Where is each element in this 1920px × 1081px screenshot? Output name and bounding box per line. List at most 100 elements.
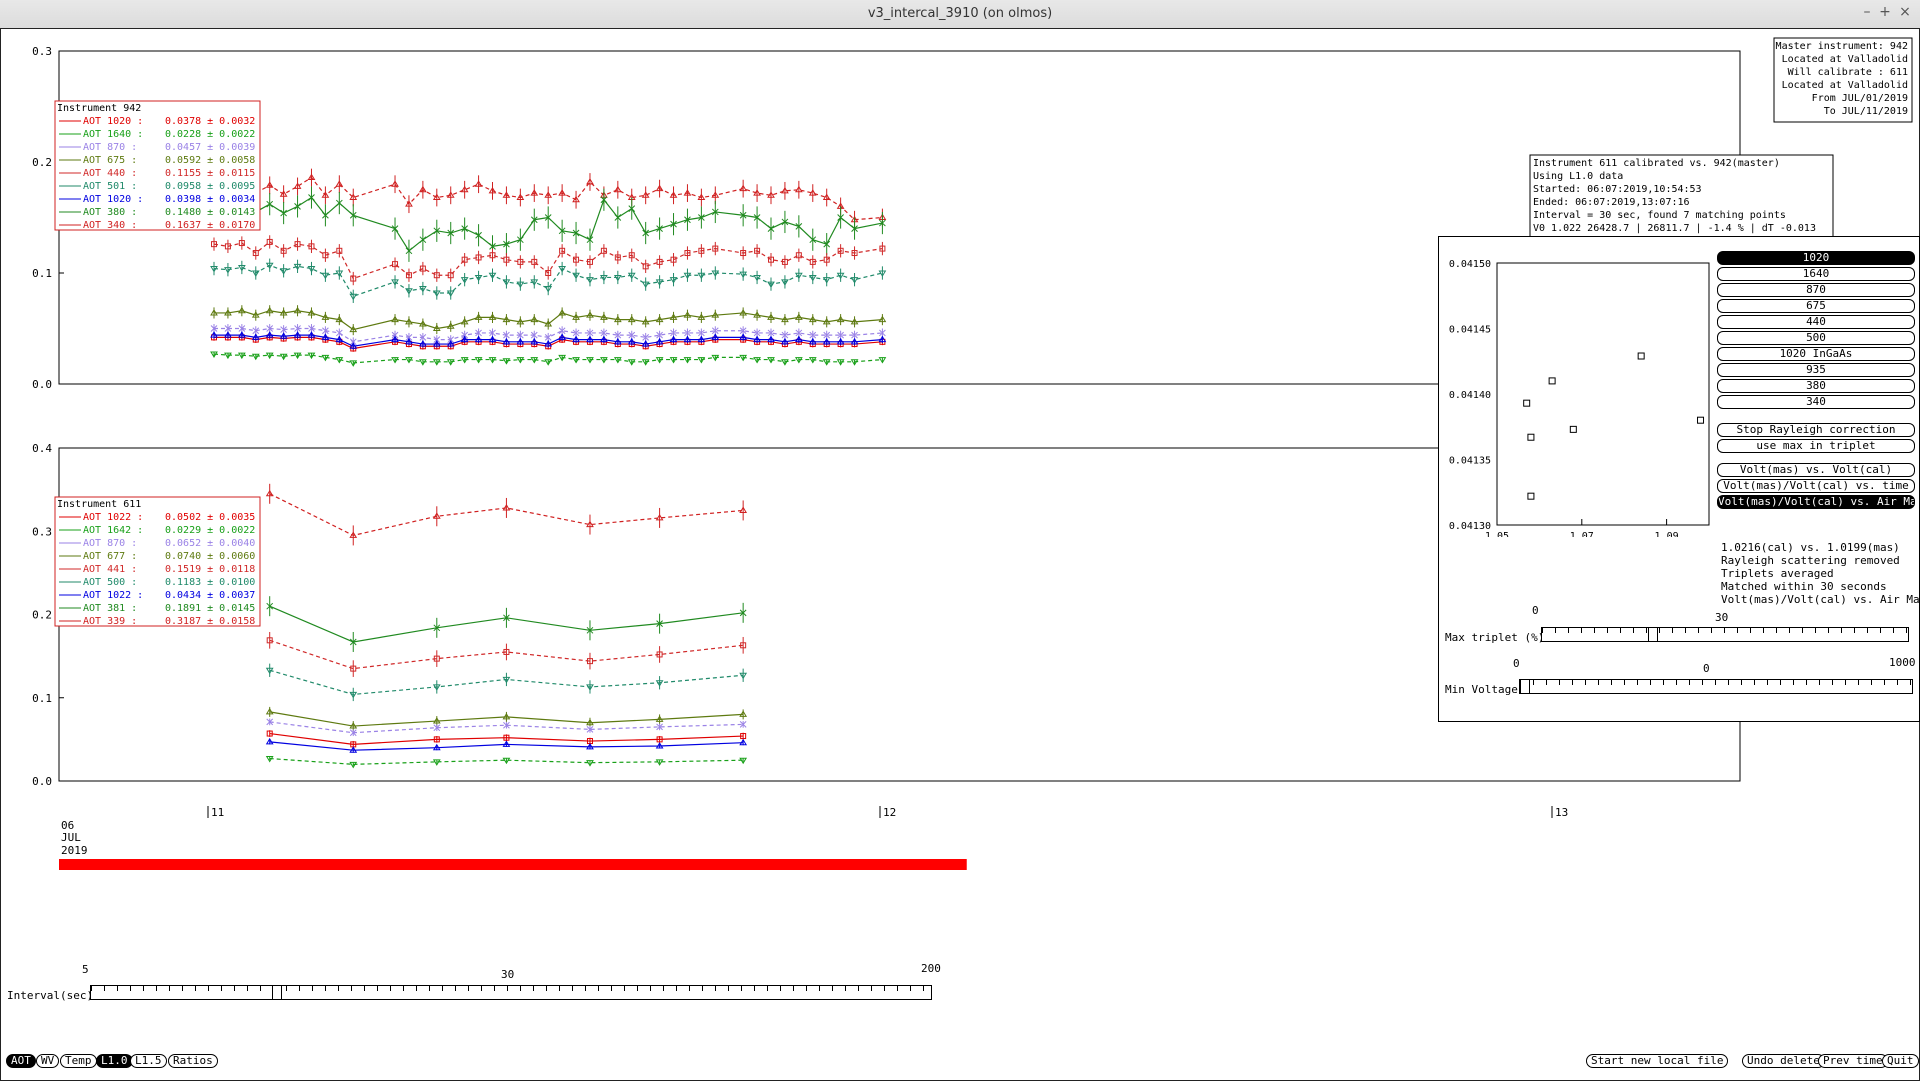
- lower-legend: Instrument 611 AOT 1022 : 0.0502 ± 0.0035 A…: [54, 496, 261, 627]
- min-voltage-slider[interactable]: [1519, 679, 1913, 694]
- overlay-info-line: Volt(mas)/Volt(cal) vs. Air Mass: [1721, 593, 1920, 605]
- min-voltage-max: 1000: [1889, 656, 1916, 669]
- lower-legend-title: Instrument 611: [57, 499, 141, 510]
- time-tick-label: 13: [1555, 806, 1568, 819]
- upper-legend-item-value: 0.0398 ± 0.0034: [165, 194, 255, 205]
- air-mass-scatter: 0.041500.041450.041400.041350.041301.05 1…: [1449, 259, 1710, 537]
- master-info-line: Will calibrate : 611: [1788, 67, 1908, 78]
- upper-ytick: 0.1: [32, 267, 52, 280]
- master-info-line: Located at Valladolid: [1782, 80, 1908, 91]
- cal-info-line: Interval = 30 sec, found 7 matching poin…: [1533, 210, 1786, 221]
- lower-legend-item-value: 0.0502 ± 0.0035: [165, 512, 255, 523]
- upper-legend-item-label: AOT 1020 :: [83, 194, 143, 205]
- lower-ytick: 0.1: [32, 692, 52, 705]
- mode-button-3[interactable]: L1.0: [96, 1054, 133, 1068]
- min-voltage-thumb[interactable]: [1520, 679, 1530, 694]
- plot-mode-button-0[interactable]: Volt(mas) vs. Volt(cal): [1717, 463, 1915, 477]
- upper-ytick: 0.0: [32, 378, 52, 391]
- action-button-3[interactable]: Quit: [1882, 1054, 1919, 1068]
- cal-info-line: Using L1.0 data: [1533, 171, 1623, 182]
- interval-slider[interactable]: [90, 985, 932, 1000]
- upper-legend-item-value: 0.1637 ± 0.0170: [165, 220, 255, 231]
- lower-legend-item-value: 0.0652 ± 0.0040: [165, 538, 255, 549]
- scatter-ytick: 0.04135: [1449, 456, 1491, 467]
- lower-legend-item-label: AOT 500 :: [83, 577, 137, 588]
- lower-legend-item-label: AOT 677 :: [83, 551, 137, 562]
- master-info-line: To JUL/11/2019: [1824, 106, 1908, 117]
- overlay-info-line: Matched within 30 seconds: [1721, 580, 1887, 593]
- upper-legend-item-label: AOT 380 :: [83, 207, 137, 218]
- date-year: 2019: [61, 844, 88, 857]
- action-button-1[interactable]: Undo delete: [1742, 1054, 1825, 1068]
- plot-mode-button-1[interactable]: Volt(mas)/Volt(cal) vs. time: [1717, 479, 1915, 493]
- master-info-box: Master instrument: 942 Located at Vallado…: [1773, 37, 1913, 123]
- max-triplet-min: 0: [1532, 604, 1539, 617]
- cal-info-line: V0 1.022 26428.7 | 26811.7 | -1.4 % | dT…: [1533, 223, 1816, 234]
- lower-legend-item-label: AOT 1022 :: [83, 512, 143, 523]
- cal-info-line: Started: 06:07:2019,10:54:53: [1533, 184, 1702, 195]
- channel-button-4[interactable]: 440: [1717, 315, 1915, 329]
- upper-legend-item-value: 0.0457 ± 0.0039: [165, 142, 255, 153]
- scatter-ytick: 0.04150: [1449, 259, 1491, 270]
- channel-button-9[interactable]: 340: [1717, 395, 1915, 409]
- lower-ytick: 0.2: [32, 609, 52, 622]
- scatter-ytick: 0.04140: [1449, 390, 1491, 401]
- channel-button-5[interactable]: 500: [1717, 331, 1915, 345]
- lower-legend-item-label: AOT 870 :: [83, 538, 137, 549]
- channel-button-1[interactable]: 1640: [1717, 267, 1915, 281]
- channel-button-3[interactable]: 675: [1717, 299, 1915, 313]
- upper-ytick: 0.3: [32, 45, 52, 58]
- scatter-xtick: 1.09: [1655, 531, 1679, 537]
- min-voltage-label: Min Voltage: [1445, 683, 1518, 696]
- interval-min: 5: [82, 963, 89, 976]
- lower-legend-item-label: AOT 1022 :: [83, 590, 143, 601]
- overlay-info: 1.0216(cal) vs. 1.0199(mas) Rayleigh scat…: [1721, 541, 1920, 605]
- upper-legend-title: Instrument 942: [57, 103, 141, 114]
- scatter-frame: [1496, 262, 1710, 526]
- option-button-0[interactable]: Stop Rayleigh correction: [1717, 423, 1915, 437]
- date-month: JUL: [61, 831, 81, 844]
- channel-button-8[interactable]: 380: [1717, 379, 1915, 393]
- max-triplet-label: Max triplet (%): [1445, 631, 1545, 644]
- overlay-info-line: Triplets averaged: [1721, 567, 1834, 580]
- upper-legend-item-label: AOT 1020 :: [83, 116, 143, 127]
- upper-legend-item-value: 0.1480 ± 0.0143: [165, 207, 255, 218]
- channel-button-6[interactable]: 1020 InGaAs: [1717, 347, 1915, 361]
- action-button-2[interactable]: Prev time: [1818, 1054, 1888, 1068]
- plot-mode-button-2[interactable]: Volt(mas)/Volt(cal) vs. Air Mass: [1717, 495, 1915, 509]
- upper-legend-item-value: 0.0378 ± 0.0032: [165, 116, 255, 127]
- channel-button-0[interactable]: 1020: [1717, 251, 1915, 265]
- max-triplet-slider[interactable]: [1541, 627, 1909, 642]
- max-triplet-thumb[interactable]: [1647, 627, 1658, 642]
- cal-info-line: Ended: 06:07:2019,13:07:16: [1533, 197, 1690, 208]
- upper-legend-item-label: AOT 1640 :: [83, 129, 143, 140]
- lower-legend-item-value: 0.3187 ± 0.0158: [165, 616, 255, 627]
- upper-ytick: 0.2: [32, 156, 52, 169]
- mode-button-1[interactable]: WV: [36, 1054, 60, 1068]
- time-tick-label: 11: [211, 806, 224, 819]
- progress-bar: [59, 859, 967, 870]
- action-button-0[interactable]: Start new local file: [1586, 1054, 1729, 1068]
- mode-button-2[interactable]: Temp: [60, 1054, 97, 1068]
- channel-button-7[interactable]: 935: [1717, 363, 1915, 377]
- scatter-xtick: 1.07: [1570, 531, 1594, 537]
- lower-legend-item-label: AOT 441 :: [83, 564, 137, 575]
- mode-button-0[interactable]: AOT: [6, 1054, 36, 1068]
- master-info-line: Master instrument: 942: [1776, 41, 1908, 52]
- upper-legend-item-value: 0.0592 ± 0.0058: [165, 155, 255, 166]
- upper-legend: Instrument 942 AOT 1020 : 0.0378 ± 0.0032 A…: [54, 100, 261, 231]
- master-info-line: From JUL/01/2019: [1812, 93, 1908, 104]
- overlay-info-line: 1.0216(cal) vs. 1.0199(mas): [1721, 541, 1900, 554]
- channel-button-2[interactable]: 870: [1717, 283, 1915, 297]
- lower-ytick: 0.3: [32, 525, 52, 538]
- mode-button-4[interactable]: L1.5: [130, 1054, 167, 1068]
- upper-legend-item-value: 0.0958 ± 0.0095: [165, 181, 255, 192]
- interval-thumb[interactable]: [271, 985, 282, 1000]
- min-voltage-min: 0: [1513, 657, 1520, 670]
- time-tick-label: 12: [883, 806, 896, 819]
- lower-ytick: 0.0: [32, 775, 52, 788]
- lower-legend-item-label: AOT 339 :: [83, 616, 137, 627]
- calibration-info-box: Instrument 611 calibrated vs. 942(master…: [1529, 154, 1834, 240]
- mode-button-5[interactable]: Ratios: [168, 1054, 218, 1068]
- option-button-1[interactable]: use max in triplet: [1717, 439, 1915, 453]
